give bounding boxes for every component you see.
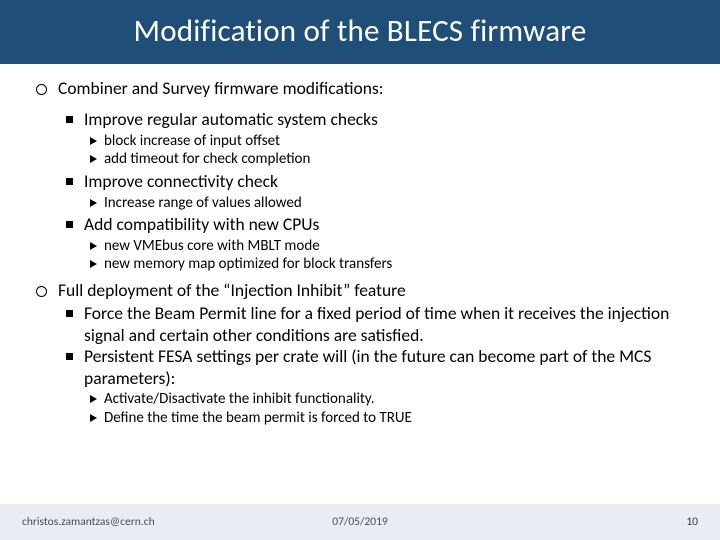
bullet-lvl1: Combiner and Survey firmware modificatio…	[32, 78, 688, 274]
bullet-text: Increase range of values allowed	[104, 194, 302, 212]
bullet-list: new VMEbus core with MBLT mode new memor…	[84, 237, 688, 275]
bullet-text: Define the time the beam permit is force…	[104, 409, 412, 427]
bullet-text: add timeout for check completion	[104, 150, 310, 168]
title-bar: Modification of the BLECS firmware	[0, 0, 720, 64]
bullet-list: Activate/Disactivate the inhibit functio…	[84, 390, 688, 428]
bullet-lvl1: Full deployment of the “Injection Inhibi…	[32, 280, 688, 427]
slide-body: Combiner and Survey firmware modificatio…	[0, 64, 720, 540]
bullet-text: Persistent FESA settings per crate will …	[84, 345, 651, 388]
bullet-text: Improve regular automatic system checks	[84, 108, 378, 130]
bullet-lvl3: Activate/Disactivate the inhibit functio…	[84, 390, 688, 409]
bullet-lvl3: Increase range of values allowed	[84, 194, 688, 213]
bullet-text: new VMEbus core with MBLT mode	[104, 237, 320, 255]
bullet-lvl2: Improve regular automatic system checks …	[58, 109, 688, 169]
bullet-lvl3: new VMEbus core with MBLT mode	[84, 237, 688, 256]
footer-author: christos.zamantzas@cern.ch	[22, 515, 155, 529]
bullet-lvl3: new memory map optimized for block trans…	[84, 255, 688, 274]
slide: Modification of the BLECS firmware Combi…	[0, 0, 720, 540]
footer: christos.zamantzas@cern.ch 07/05/2019 10	[0, 504, 720, 540]
bullet-lvl2: Add compatibility with new CPUs new VMEb…	[58, 214, 688, 274]
bullet-list: Combiner and Survey firmware modificatio…	[32, 78, 688, 427]
bullet-text: Force the Beam Permit line for a fixed p…	[84, 302, 669, 345]
bullet-lvl2: Force the Beam Permit line for a fixed p…	[58, 303, 688, 346]
bullet-text: Activate/Disactivate the inhibit functio…	[104, 390, 375, 408]
bullet-list: Force the Beam Permit line for a fixed p…	[58, 303, 688, 427]
bullet-text: block increase of input offset	[104, 132, 280, 150]
bullet-list: Increase range of values allowed	[84, 194, 688, 213]
bullet-lvl2: Persistent FESA settings per crate will …	[58, 346, 688, 427]
bullet-list: Improve regular automatic system checks …	[58, 109, 688, 274]
bullet-text: Full deployment of the “Injection Inhibi…	[58, 279, 406, 301]
bullet-list: block increase of input offset add timeo…	[84, 132, 688, 170]
bullet-lvl3: Define the time the beam permit is force…	[84, 409, 688, 428]
footer-page-number: 10	[686, 515, 698, 529]
bullet-lvl2: Improve connectivity check Increase rang…	[58, 171, 688, 212]
footer-date: 07/05/2019	[332, 515, 388, 529]
bullet-lvl3: block increase of input offset	[84, 132, 688, 151]
bullet-text: new memory map optimized for block trans…	[104, 255, 392, 273]
bullet-text: Improve connectivity check	[84, 170, 278, 192]
bullet-lvl3: add timeout for check completion	[84, 150, 688, 169]
slide-title: Modification of the BLECS firmware	[0, 12, 720, 50]
bullet-text: Combiner and Survey firmware modificatio…	[58, 77, 383, 99]
bullet-text: Add compatibility with new CPUs	[84, 213, 319, 235]
